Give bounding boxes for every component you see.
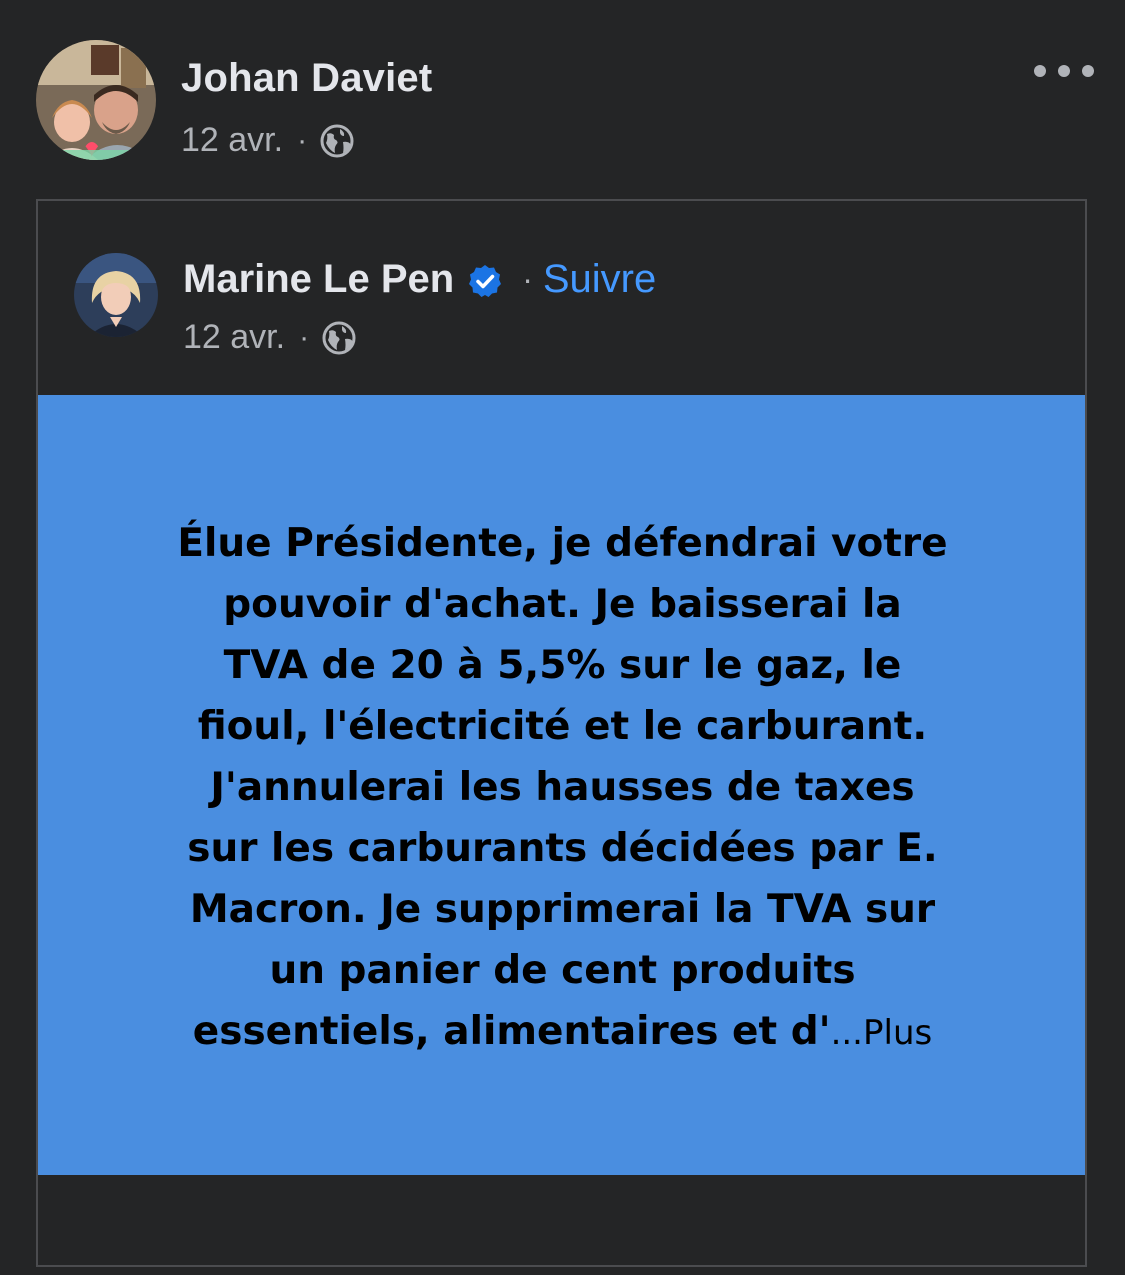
shared-author-avatar[interactable]	[74, 253, 158, 337]
post-text-line: TVA de 20 à 5,5% sur le gaz, le	[223, 643, 902, 688]
post-text-line: J'annulerai les hausses de taxes	[210, 765, 915, 810]
post-text-line: Macron. Je supprimerai la TVA sur	[189, 887, 936, 932]
post-text-line: pouvoir d'achat. Je baisserai la	[223, 582, 902, 627]
post-text-line: un panier de cent produits	[269, 948, 856, 993]
verified-badge-icon	[468, 263, 502, 297]
post-text-line: fioul, l'électricité et le carburant.	[197, 704, 928, 749]
shared-author-header: Marine Le Pen · Suivre	[183, 257, 656, 302]
post-text-line: sur les carburants décidées par E.	[187, 826, 938, 871]
author-avatar[interactable]	[36, 40, 156, 160]
post-text-line: Élue Présidente, je défendrai votre	[177, 521, 948, 566]
shared-post-meta: 12 avr. ·	[183, 318, 357, 357]
author-name[interactable]: Johan Daviet	[181, 56, 432, 101]
follow-button[interactable]: Suivre	[543, 257, 656, 302]
dot	[1034, 65, 1046, 77]
meta-separator: ·	[297, 123, 308, 157]
post-text-last-line: essentiels, alimentaires et d'...Plus	[98, 1001, 1027, 1064]
header-separator: ·	[522, 261, 533, 297]
globe-icon	[321, 320, 357, 356]
shared-post-date[interactable]: 12 avr.	[183, 318, 285, 357]
text-post-card[interactable]: Élue Présidente, je défendrai votre pouv…	[38, 395, 1085, 1175]
dot	[1082, 65, 1094, 77]
post-date[interactable]: 12 avr.	[181, 121, 283, 160]
post-text: Élue Présidente, je défendrai votre pouv…	[98, 513, 1027, 1064]
meta-separator: ·	[299, 320, 310, 354]
dot	[1058, 65, 1070, 77]
see-more-link[interactable]: Plus	[863, 1013, 932, 1053]
globe-icon	[319, 123, 355, 159]
post-meta: 12 avr. ·	[181, 121, 355, 160]
see-more-ellipsis: ...	[830, 1013, 863, 1053]
shared-post[interactable]: Marine Le Pen · Suivre 12 avr. · Élue Pr…	[36, 199, 1087, 1267]
post-text-line: essentiels, alimentaires et d'	[192, 1009, 831, 1054]
shared-author-name[interactable]: Marine Le Pen	[183, 257, 454, 302]
facebook-post: Johan Daviet 12 avr. · Marine Le Pen · S…	[0, 0, 1125, 1275]
more-options-icon[interactable]	[1034, 54, 1094, 88]
